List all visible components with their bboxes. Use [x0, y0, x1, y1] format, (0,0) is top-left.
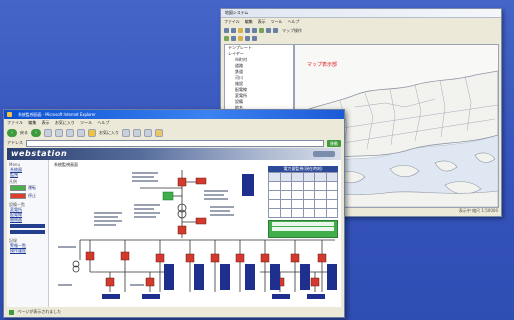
favorites-label[interactable]: お気に入り: [99, 130, 119, 136]
back-arrow-icon[interactable]: ‹: [7, 128, 17, 137]
search-icon[interactable]: [238, 36, 243, 41]
status-row: [272, 227, 334, 231]
browser-title-bar[interactable]: 系統監視画面 - Microsoft Internet Explorer: [4, 110, 344, 119]
menu-help[interactable]: ヘルプ: [288, 19, 300, 24]
map-label: マップ表示部: [307, 62, 338, 68]
measurement-table: [268, 172, 338, 218]
table-row: [268, 181, 338, 191]
menu-edit[interactable]: 編集: [245, 19, 253, 24]
legend-label: 運転: [28, 185, 36, 190]
site-header-banner: webstation: [7, 148, 341, 160]
site-logo: webstation: [11, 149, 68, 158]
sidebar-heading: 凡例: [9, 179, 17, 184]
mail-icon[interactable]: [133, 128, 141, 137]
refresh-icon[interactable]: [245, 36, 250, 41]
menu-file[interactable]: ファイル: [224, 19, 240, 24]
browser-toolbar: ‹ 戻る › お気に入り: [7, 127, 341, 138]
schematic-area[interactable]: 系統監視画面 電力量監視(現在時刻): [50, 160, 341, 307]
history-icon[interactable]: [122, 128, 130, 137]
select-icon[interactable]: [266, 28, 271, 33]
table-row: [268, 199, 338, 209]
menu-favorites[interactable]: お気に入り: [55, 120, 75, 125]
page-content: Menu 系統図 監視 凡例 運転 停止 設備一覧 変電所 配電線 開閉器 記録…: [7, 160, 341, 307]
status-text: ページが表示されました: [17, 309, 62, 314]
address-label: アドレス: [7, 140, 23, 145]
search-icon[interactable]: [77, 128, 85, 137]
stop-icon[interactable]: [44, 128, 52, 137]
menu-tools[interactable]: ツール: [80, 120, 92, 125]
folder-icon[interactable]: [238, 28, 243, 33]
sidebar-link[interactable]: 開閉器: [7, 217, 48, 222]
home-icon[interactable]: [66, 128, 74, 137]
browser-app-icon: [7, 112, 12, 117]
forward-arrow-icon[interactable]: ›: [31, 128, 41, 137]
status-row: [272, 222, 334, 226]
zoom-in-icon[interactable]: [245, 28, 250, 33]
map-window-title: 地図システム: [225, 10, 249, 15]
sidebar-heading: 設備一覧: [9, 202, 25, 207]
menu-view[interactable]: 表示: [42, 120, 50, 125]
sidebar: Menu 系統図 監視 凡例 運転 停止 設備一覧 変電所 配電線 開閉器 記録…: [7, 160, 49, 307]
browser-window[interactable]: 系統監視画面 - Microsoft Internet Explorer ファイ…: [3, 109, 345, 318]
home-icon[interactable]: [252, 36, 257, 41]
pan-icon[interactable]: [259, 28, 264, 33]
table-row: [268, 208, 338, 218]
table-row: [268, 190, 338, 200]
menu-file[interactable]: ファイル: [7, 120, 23, 125]
address-bar: アドレス 移動: [7, 139, 341, 147]
layer-icon[interactable]: [224, 36, 229, 41]
measure-icon[interactable]: [273, 28, 278, 33]
table-row: [268, 172, 338, 182]
go-button[interactable]: 移動: [327, 139, 341, 147]
menu-view[interactable]: 表示: [258, 19, 266, 24]
menu-tools[interactable]: ツール: [271, 19, 283, 24]
measurement-panel: 電力量監視(現在時刻): [268, 166, 338, 238]
legend-row: 停止: [7, 192, 48, 200]
save-icon[interactable]: [231, 28, 236, 33]
legend-closed-swatch: [10, 185, 26, 191]
toolbar-label: マップ操作: [282, 27, 302, 33]
refresh-icon[interactable]: [55, 128, 63, 137]
header-button[interactable]: [313, 151, 335, 157]
map-menubar: ファイル 編集 表示 ツール ヘルプ: [224, 18, 303, 26]
sidebar-heading: Menu: [9, 162, 20, 167]
legend-label: 停止: [28, 193, 36, 198]
browser-status-bar: ページが表示されました: [7, 308, 341, 316]
open-icon[interactable]: [224, 28, 229, 33]
back-label[interactable]: 戻る: [20, 130, 28, 136]
map-toolbar-2: [224, 35, 498, 42]
sidebar-link[interactable]: 操作履歴: [7, 248, 48, 253]
sidebar-block: [10, 224, 45, 228]
favorites-star-icon[interactable]: [88, 128, 96, 137]
print-icon[interactable]: [144, 128, 152, 137]
page-loaded-icon: [9, 309, 14, 315]
print-icon[interactable]: [231, 36, 236, 41]
sidebar-block: [10, 230, 45, 234]
status-panel: [268, 220, 338, 238]
browser-menubar: ファイル 編集 表示 お気に入り ツール ヘルプ: [7, 120, 113, 126]
sidebar-heading: 記録: [9, 238, 17, 243]
legend-open-swatch: [10, 193, 26, 199]
address-input[interactable]: [26, 139, 324, 147]
browser-window-title: 系統監視画面 - Microsoft Internet Explorer: [18, 112, 96, 117]
map-title-bar[interactable]: 地図システム: [221, 9, 501, 18]
menu-edit[interactable]: 編集: [28, 120, 36, 125]
map-toolbar: マップ操作: [224, 27, 498, 34]
menu-help[interactable]: ヘルプ: [97, 120, 109, 125]
folder-icon[interactable]: [155, 128, 163, 137]
zoom-out-icon[interactable]: [252, 28, 257, 33]
legend-row: 運転: [7, 184, 48, 192]
